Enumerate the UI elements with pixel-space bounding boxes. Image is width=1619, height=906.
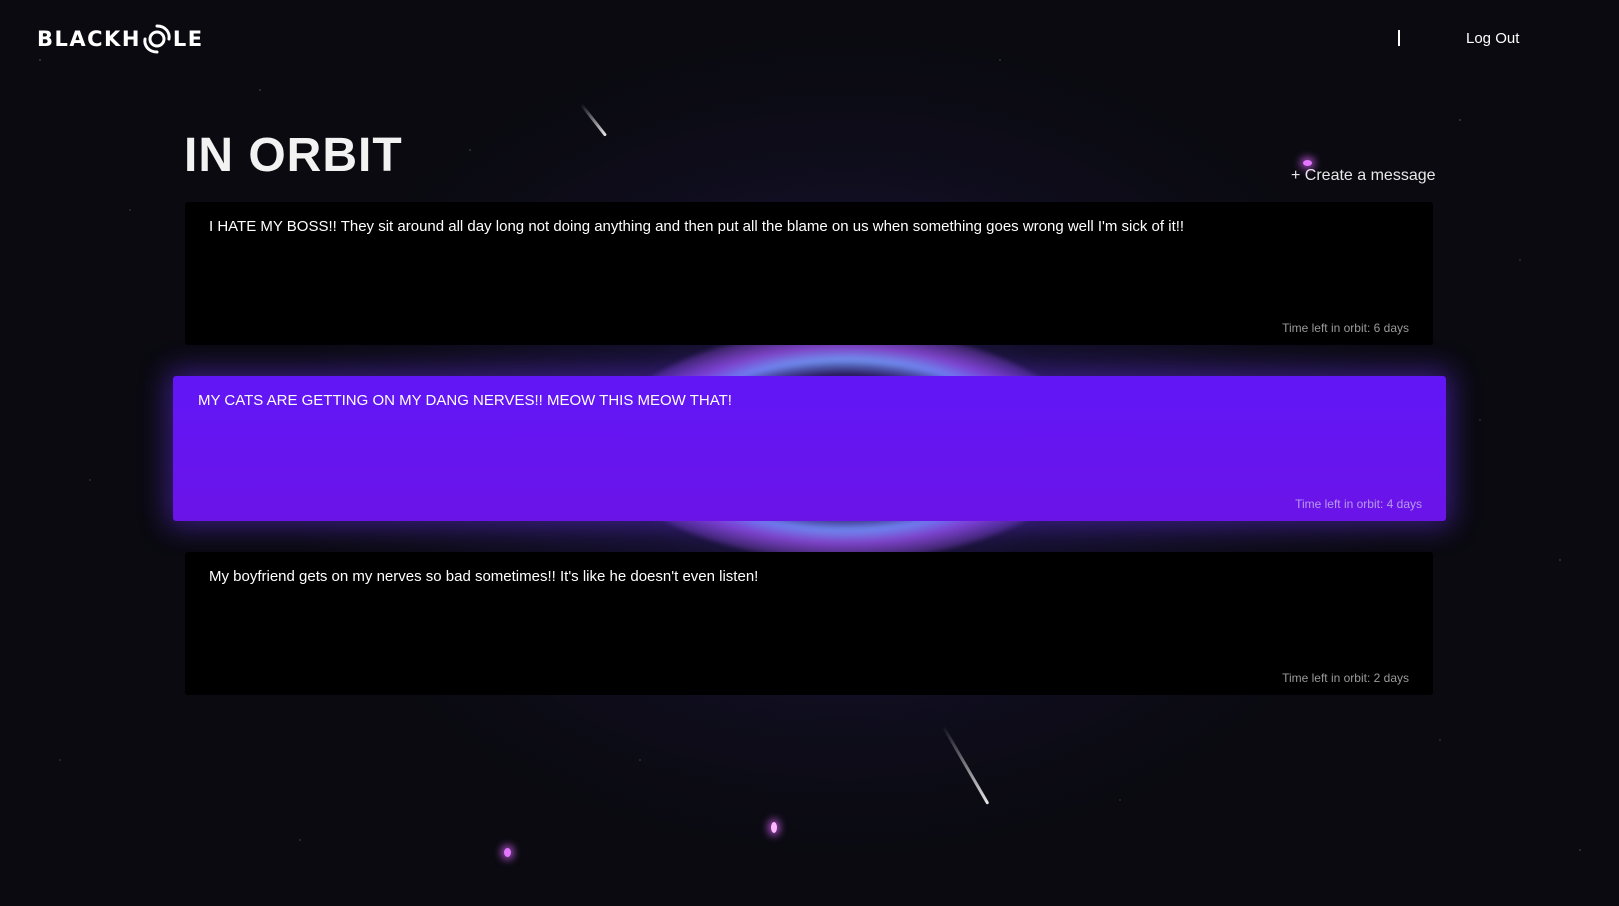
message-card[interactable]: I HATE MY BOSS!! They sit around all day… xyxy=(185,202,1433,345)
glowing-particle xyxy=(1303,160,1312,166)
create-message-link[interactable]: + Create a message xyxy=(1291,167,1436,185)
glowing-particle xyxy=(771,822,777,833)
glowing-particle xyxy=(504,848,511,857)
meteor-streak xyxy=(941,725,990,805)
message-text: MY CATS ARE GETTING ON MY DANG NERVES!! … xyxy=(198,392,732,409)
message-card-highlighted[interactable]: MY CATS ARE GETTING ON MY DANG NERVES!! … xyxy=(173,376,1446,521)
orbit-time-left: Time left in orbit: 2 days xyxy=(1282,671,1409,685)
message-text: I HATE MY BOSS!! They sit around all day… xyxy=(209,218,1185,235)
orbit-time-left: Time left in orbit: 4 days xyxy=(1295,497,1422,511)
logout-link[interactable]: Log Out xyxy=(1466,30,1519,47)
orbit-time-left: Time left in orbit: 6 days xyxy=(1282,321,1409,335)
top-navbar: BLACKH LE Log Out xyxy=(0,0,1619,80)
meteor-streak xyxy=(580,103,607,137)
nav-divider xyxy=(1398,30,1400,46)
black-hole-swirl-icon xyxy=(142,24,172,54)
brand-logo[interactable]: BLACKH LE xyxy=(37,24,204,54)
logo-text-end: LE xyxy=(172,27,204,51)
page-title: IN ORBIT xyxy=(184,129,403,182)
logo-text-start: BLACKH xyxy=(37,27,141,51)
message-card[interactable]: My boyfriend gets on my nerves so bad so… xyxy=(185,552,1433,695)
message-text: My boyfriend gets on my nerves so bad so… xyxy=(209,568,759,585)
